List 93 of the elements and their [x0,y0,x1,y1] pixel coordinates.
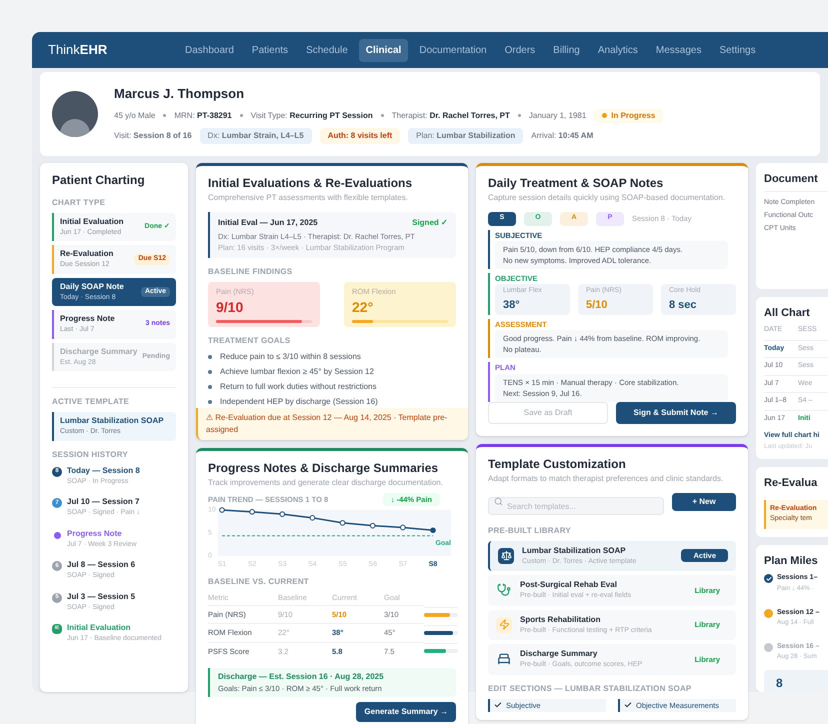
nav-tab[interactable]: Orders [498,38,542,62]
template-title: Lumbar Stabilization SOAP [60,415,165,427]
history-title[interactable]: Today — Session 8 [67,464,140,476]
card-subtitle: Capture session details quickly using SOAP-based documentation. [488,192,726,204]
card-title: Plan Miles [764,554,819,569]
signed-status: Signed ✓ [412,216,448,228]
goal-text: Reduce pain to ≤ 3/10 within 8 sessions [220,351,361,364]
data-point [219,506,225,513]
goal-text: Return to full work duties without restrictions [220,381,377,394]
item-title: Daily SOAP Note [60,280,124,292]
history-title[interactable]: Jul 3 — Session 5 [67,590,136,602]
history-title[interactable]: Jul 8 — Session 6 [67,559,136,571]
avatar-placeholder [52,90,98,137]
check-icon [494,701,502,710]
history-title[interactable]: Jul 10 — Session 7 [67,496,140,508]
nav-tab[interactable]: Schedule [299,38,355,62]
card-subtitle: Adapt formats to match therapist preferences and clinic standards. [488,472,724,484]
section-label: BASELINE VS. CURRENT [208,576,310,588]
item-title: Progress Note [60,313,115,325]
nav-tab[interactable]: Dashboard [178,38,241,62]
section-label: BASELINE FINDINGS [208,266,294,278]
nav-tab[interactable]: Messages [648,38,708,62]
nav-tab[interactable]: Patients [244,38,296,62]
check-icon [624,701,632,710]
stat-tile: 8 [764,670,828,692]
data-point [400,524,406,530]
card-title: All Chart [764,306,811,320]
status-badge: In Progress [594,108,664,122]
section-label: EDIT SECTIONS — LUMBAR STABILIZATION SOAP [488,682,692,694]
item-title: Discharge Summary [60,346,138,358]
patient-detail: MRN: PT-38291 [174,110,232,122]
card-title: Progress Notes & Discharge Summaries [208,460,440,476]
search-icon [494,497,503,506]
visit-detail: Visit: Session 8 of 16 [114,130,192,142]
data-point [310,514,316,520]
section-label: CHART TYPE [52,196,106,208]
stethoscope-icon [497,583,511,598]
template-title: Post-Surgical Rehab Eval [520,579,618,591]
patient-detail: Therapist: Dr. Rachel Torres, PT [392,110,510,122]
patient-name: Marcus J. Thompson [114,85,246,103]
data-point [279,511,286,517]
patient-detail: January 1, 1981 [528,110,586,122]
metric-value: 8 sec [669,298,698,312]
search-field[interactable]: Search templates... [488,497,664,515]
template-title: Sports Rehabilitation [520,614,602,626]
info-chip: Dx: Lumbar Strain, L4–L5 [200,128,312,144]
finding-value: 22° [352,298,374,318]
data-point [340,520,346,526]
item-title: Initial Evaluation [60,216,124,228]
card-title: Daily Treatment & SOAP Notes [488,174,664,192]
panel-title: Patient Charting [52,172,146,188]
nav-tab[interactable]: Analytics [590,38,645,62]
nav-tab[interactable]: Billing [546,38,587,62]
history-title[interactable]: Progress Note [67,528,137,540]
finding-value: 9/10 [216,298,244,318]
bed-icon [497,652,511,666]
patient-detail: 45 y/o Male [114,110,156,122]
data-point [430,527,436,533]
goal-text: Independent HEP by discharge (Session 16) [220,396,378,408]
section-label: ACTIVE TEMPLATE [52,396,130,408]
lightning-icon [496,616,512,633]
visit-detail: Arrival: 10:45 AM [531,130,594,142]
template-title: Discharge Summary [520,648,598,660]
metric-value: 38° [503,298,521,312]
nav-tab[interactable]: Settings [712,38,763,62]
card-title: Template Customization [488,456,627,472]
section-label: SESSION HISTORY [52,448,129,460]
reevaluation-alert: ⚠ Re-Evaluation due at Session 12 — Aug 14, 2025 · Template pre-assigned [196,408,468,440]
card-title: Document [764,172,819,186]
brand-logo: ThinkEHR [48,41,108,60]
record-title: Initial Eval — Jun 17, 2025 [218,216,318,228]
card-title: Re-Evalua [764,476,818,492]
new-template-button[interactable]: + New [672,492,736,510]
card-subtitle: Track improvements and generate clear discharge documentation. [208,476,444,488]
section-label: PRE-BUILT LIBRARY [488,524,572,536]
patient-detail: Visit Type: Recurring PT Session [250,110,373,122]
card-title: Initial Evaluations & Re-Evaluations [208,174,414,192]
scale-icon [498,548,514,564]
template-title: Lumbar Stabilization SOAP [522,544,627,556]
data-point [370,522,376,528]
discharge-title: Discharge — Est. Session 16 · Aug 28, 2025 [218,670,385,683]
generate-summary-button[interactable]: Generate Summary → [356,702,456,722]
metric-value: 5/10 [586,298,608,312]
submit-button[interactable]: Sign & Submit Note → [616,402,736,424]
nav-tab[interactable]: Clinical [358,38,408,62]
section-label: TREATMENT GOALS [208,335,292,348]
card-subtitle: Comprehensive PT assessments with flexible templates. [208,192,409,204]
item-title: Re-Evaluation [60,248,114,260]
data-point [249,508,255,514]
info-chip: Auth: 8 visits left [320,128,400,144]
nav-tab[interactable]: Documentation [412,38,494,62]
goal-text: Achieve lumbar flexion ≥ 45° by Session 12 [220,366,374,378]
info-chip: Plan: Lumbar Stabilization [408,128,524,144]
